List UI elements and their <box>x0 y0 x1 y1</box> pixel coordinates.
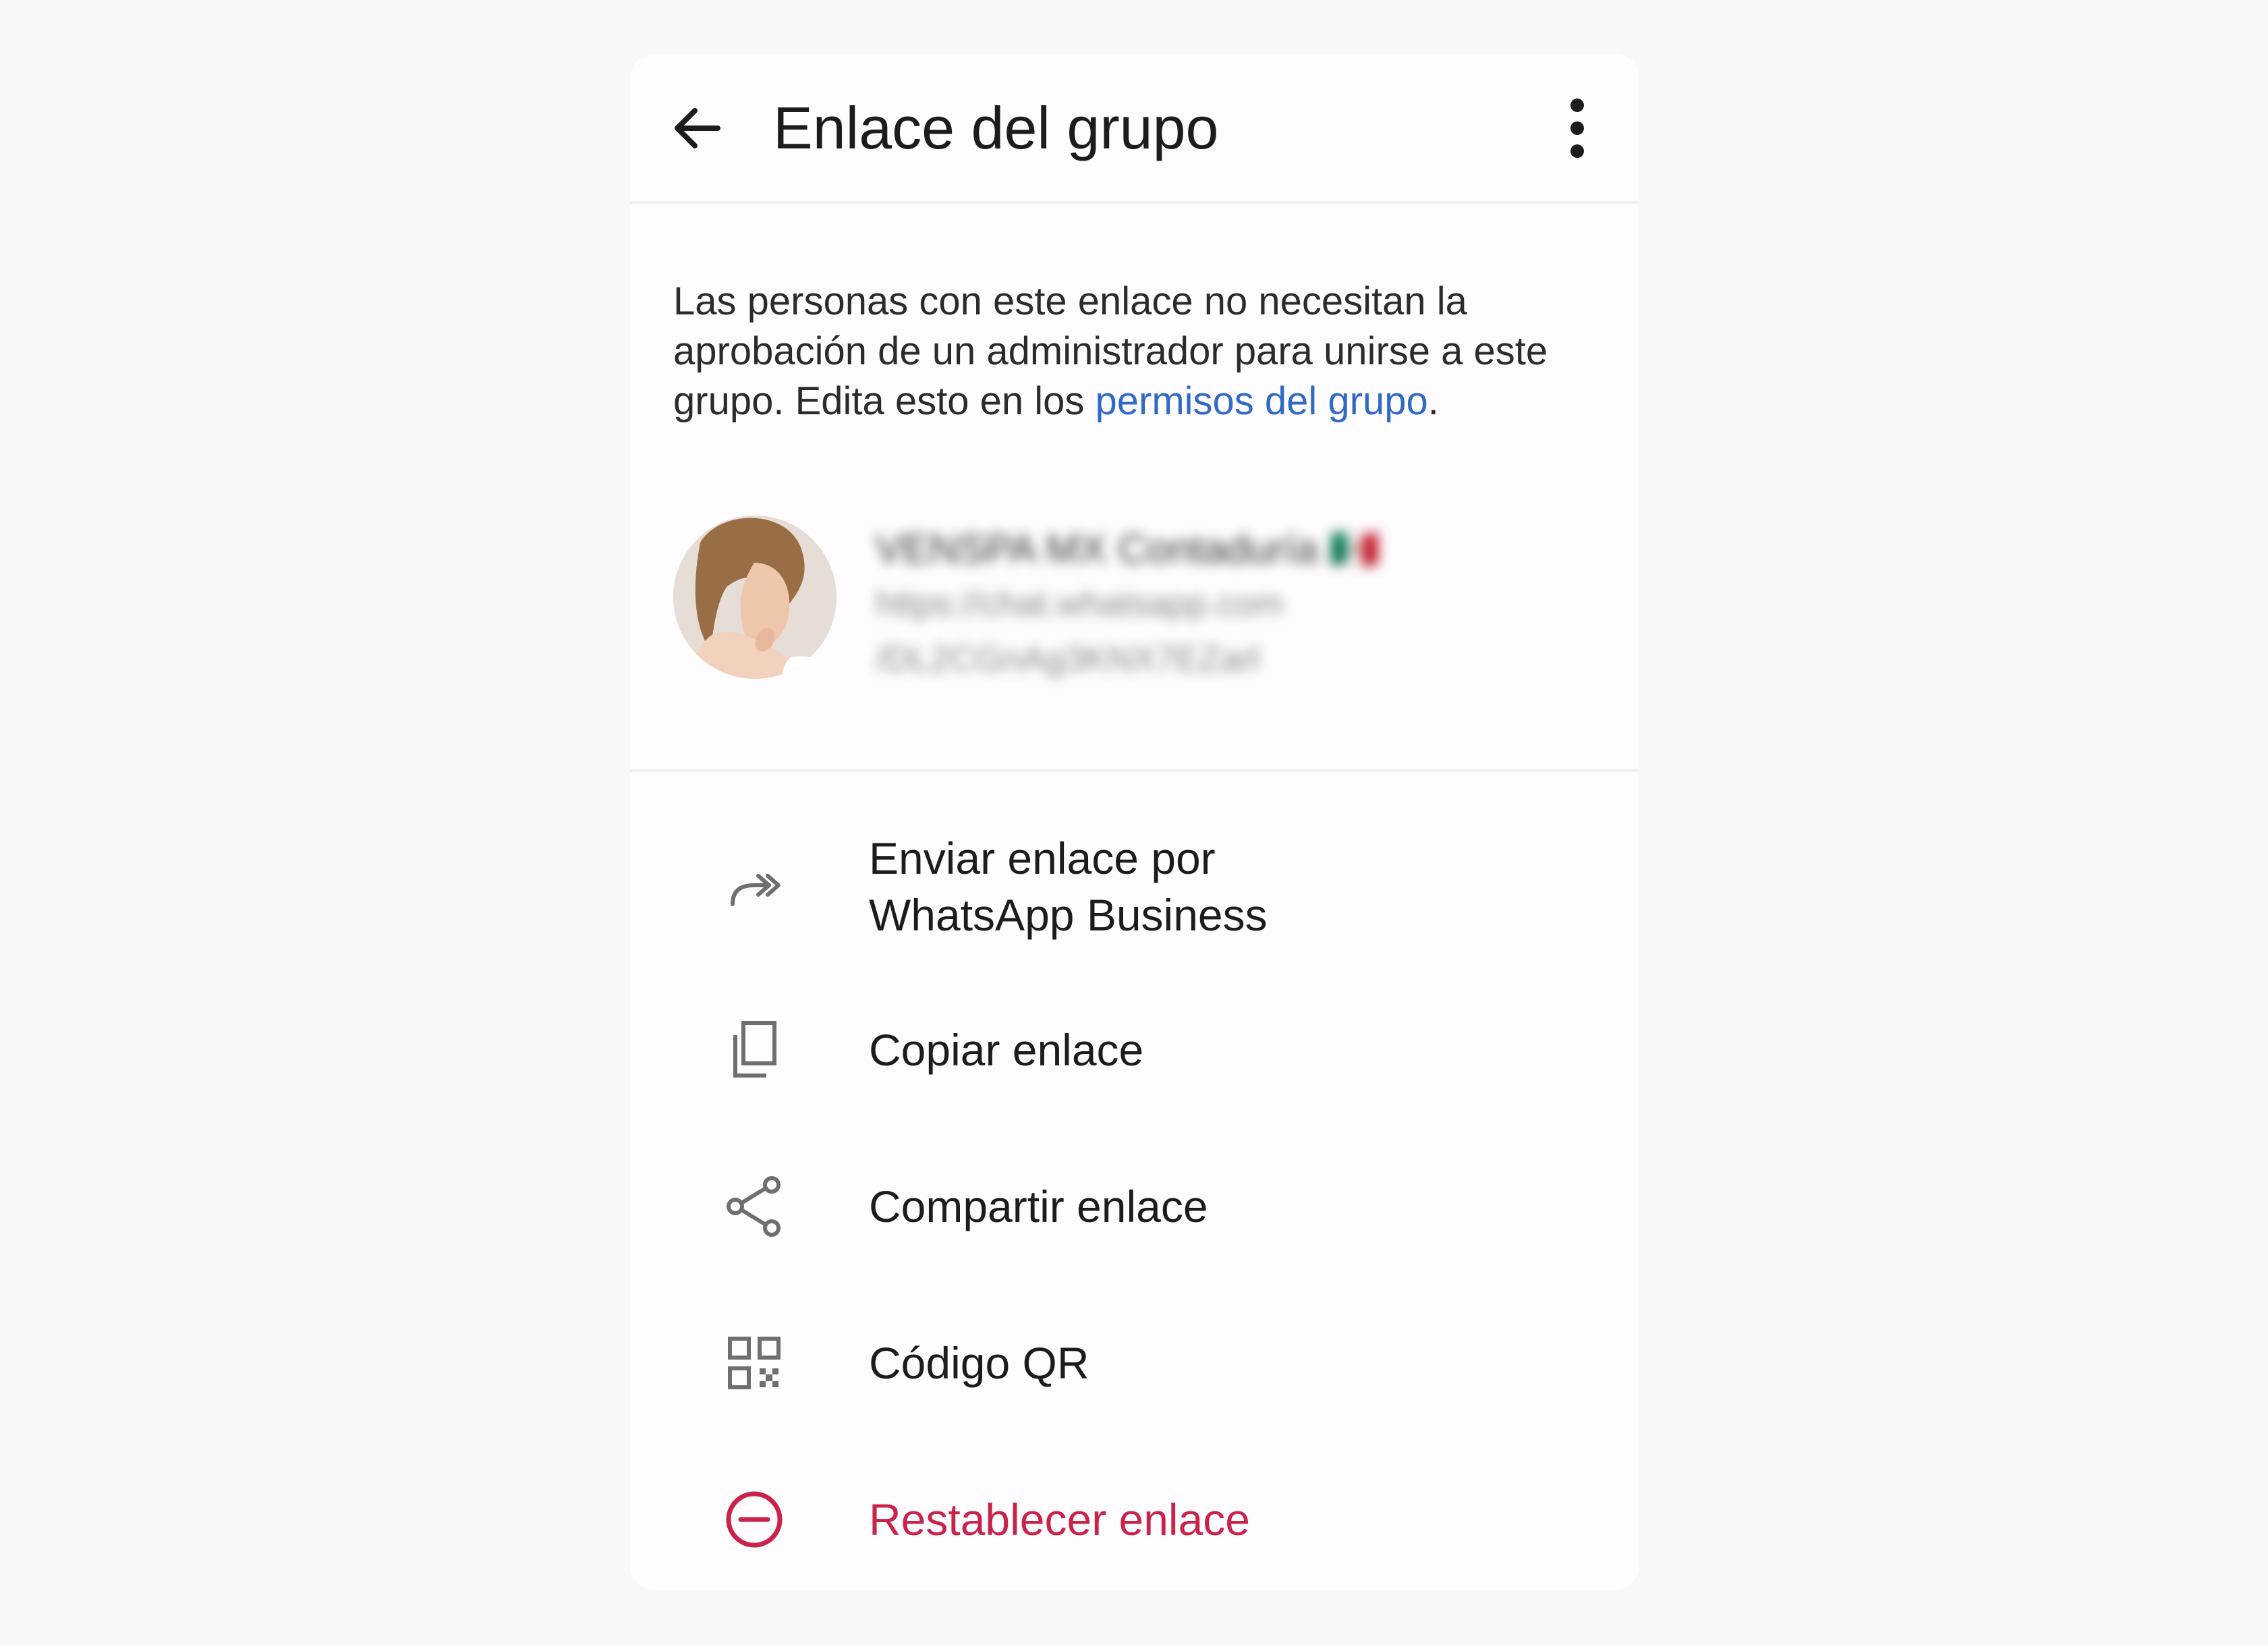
share-link-item[interactable]: Compartir enlace <box>630 1155 1639 1256</box>
group-name: VENSPA MX Contaduría 🇲🇽 <box>876 526 1380 571</box>
back-arrow-icon[interactable] <box>664 94 731 162</box>
description-end: . <box>1427 379 1439 423</box>
link-description: Las personas con este enlace no necesita… <box>673 277 1618 426</box>
copy-link-item[interactable]: Copiar enlace <box>630 999 1639 1100</box>
group-permissions-link[interactable]: permisos del grupo <box>1096 379 1428 423</box>
reset-link-label: Restablecer enlace <box>869 1495 1250 1544</box>
qr-code-item[interactable]: Código QR <box>630 1312 1639 1413</box>
more-options-icon[interactable] <box>1550 94 1604 162</box>
group-link-url-line1: https://chat.whatsapp.com <box>876 584 1284 623</box>
group-link-card: Enlace del grupo Las personas con este e… <box>630 54 1639 1590</box>
section-divider <box>630 769 1639 772</box>
appbar-divider <box>630 201 1639 204</box>
page-title: Enlace del grupo <box>773 94 1219 161</box>
group-avatar <box>673 515 837 679</box>
reset-link-item[interactable]: Restablecer enlace <box>630 1468 1639 1569</box>
app-bar: Enlace del grupo <box>630 54 1639 201</box>
share-link-label: Compartir enlace <box>869 1181 1208 1231</box>
send-link-whatsapp-business-item[interactable]: Enviar enlace por WhatsApp Business <box>630 823 1639 958</box>
send-link-label-line1: Enviar enlace por <box>869 833 1216 883</box>
copy-link-label: Copiar enlace <box>869 1025 1144 1075</box>
qr-code-label: Código QR <box>869 1338 1089 1388</box>
qr-code-icon <box>728 1337 781 1389</box>
send-link-label-line2: WhatsApp Business <box>869 890 1268 940</box>
group-link-url-line2: /DL2CGnAg3KNX7EZarl <box>876 640 1260 679</box>
group-info: VENSPA MX Contaduría 🇲🇽 https://chat.wha… <box>876 522 1415 687</box>
reset-minus-circle-icon <box>726 1491 783 1548</box>
forward-icon <box>731 874 781 906</box>
avatar-image <box>673 515 837 679</box>
copy-icon <box>733 1021 776 1078</box>
share-icon <box>727 1176 781 1237</box>
